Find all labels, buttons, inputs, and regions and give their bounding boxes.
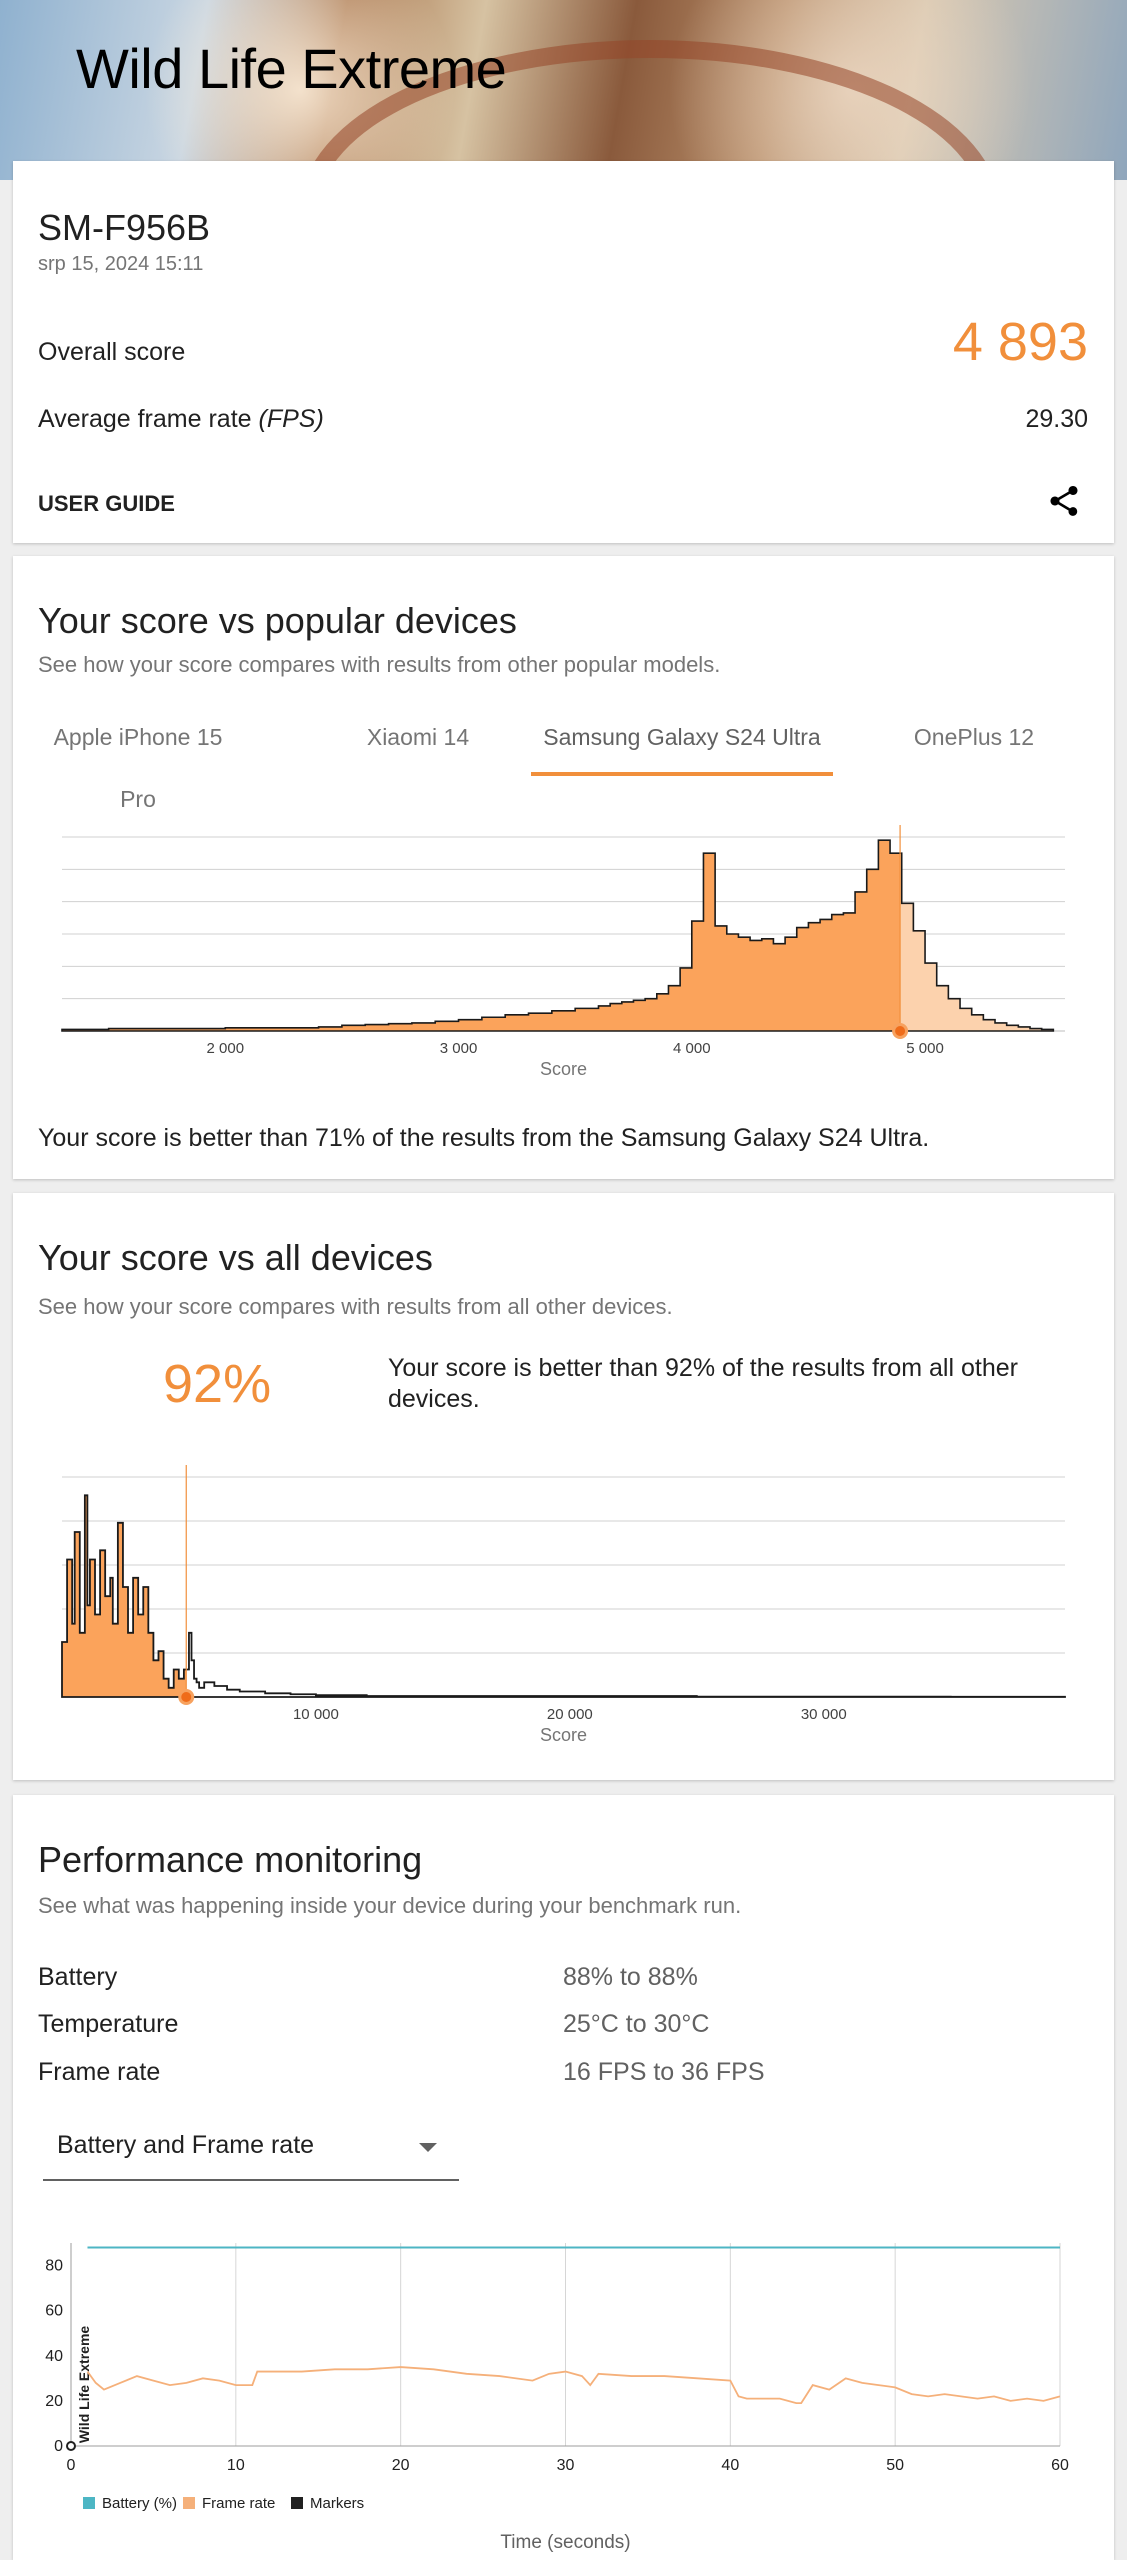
x-tick-label: 5 000 <box>906 1040 944 1057</box>
device-name: SM-F956B <box>38 207 211 248</box>
distribution-area-below <box>62 1495 187 1697</box>
origin-marker <box>66 2441 76 2451</box>
x-axis-label: Score <box>540 1725 587 1745</box>
x-tick-label: 0 <box>67 2457 76 2474</box>
performance-chart: 0 10 20 30 40 50 60 0 20 40 60 80 Wild Life Extreme B… <box>45 2243 1069 2553</box>
all-devices-result-text: Your score is better than 92% of the res… <box>388 1354 1018 1413</box>
tab-samsung-galaxy-s24-ultra[interactable]: Samsung Galaxy S24 Ultra <box>531 706 833 776</box>
perf-label: Battery <box>38 1963 118 1991</box>
y-tick-label: 0 <box>54 2438 63 2455</box>
metric-select-value: Battery and Frame rate <box>57 2131 315 2159</box>
x-tick-label: 20 <box>392 2457 410 2474</box>
active-tab-indicator <box>531 772 833 776</box>
overall-score-label: Overall score <box>38 338 186 366</box>
all-devices-card: Your score vs all devices See how your s… <box>13 1193 1114 1780</box>
popular-devices-chart: 2 000 3 000 4 000 5 000 Score <box>61 825 1065 1079</box>
overall-score-value: 4 893 <box>952 312 1088 372</box>
tab-xiaomi-14[interactable]: Xiaomi 14 <box>313 706 523 776</box>
x-tick-label: 20 000 <box>547 1706 593 1723</box>
x-tick-label: 4 000 <box>673 1040 711 1057</box>
x-tick-label: 3 000 <box>440 1040 478 1057</box>
tab-samsung-label: Samsung Galaxy S24 Ultra <box>543 724 821 750</box>
perf-row-frame-rate: Frame rate 16 FPS to 36 FPS <box>38 2058 1088 2098</box>
summary-card: SM-F956B srp 15, 2024 15:11 Overall scor… <box>13 161 1114 543</box>
all-devices-subtitle: See how your score compares with results… <box>38 1294 673 1319</box>
performance-title: Performance monitoring <box>38 1839 423 1880</box>
y-tick-label: 60 <box>45 2303 63 2320</box>
perf-row-temperature: Temperature 25°C to 30°C <box>38 2010 1088 2050</box>
all-devices-percentile: 92% <box>163 1354 272 1414</box>
perf-value: 25°C to 30°C <box>563 2010 710 2038</box>
share-icon[interactable] <box>1046 483 1082 519</box>
x-tick-label: 10 000 <box>293 1706 339 1723</box>
your-score-marker <box>895 1026 906 1036</box>
popular-devices-card: Your score vs popular devices See how yo… <box>13 556 1114 1179</box>
legend-frame-rate-swatch <box>183 2497 195 2509</box>
popular-subtitle: See how your score compares with results… <box>38 652 721 677</box>
x-tick-label: 2 000 <box>207 1040 245 1057</box>
performance-subtitle: See what was happening inside your devic… <box>38 1893 742 1918</box>
x-axis-label: Time (seconds) <box>500 2532 630 2553</box>
x-tick-label: 50 <box>886 2457 904 2474</box>
benchmark-title: Wild Life Extreme <box>76 37 507 100</box>
frame-rate-line <box>86 2366 1061 2405</box>
popular-title: Your score vs popular devices <box>38 600 517 641</box>
x-tick-label: 60 <box>1051 2457 1069 2474</box>
legend-markers-swatch <box>291 2497 303 2509</box>
tab-oneplus-12[interactable]: OnePlus 12 <box>869 706 1079 776</box>
x-tick-label: 10 <box>227 2457 245 2474</box>
triangle-down-icon <box>419 2143 437 2152</box>
y-axis-label: Wild Life Extreme <box>76 2326 92 2444</box>
hero-banner: Wild Life Extreme <box>0 0 1127 180</box>
performance-card: Performance monitoring See what was happ… <box>13 1795 1114 2560</box>
device-tabs: Apple iPhone 15 Pro Xiaomi 14 Samsung Ga… <box>13 706 1114 812</box>
x-tick-label: 30 000 <box>801 1706 847 1723</box>
your-score-marker <box>181 1692 192 1702</box>
y-tick-label: 20 <box>45 2393 63 2410</box>
y-tick-label: 80 <box>45 2258 63 2275</box>
x-tick-label: 30 <box>557 2457 575 2474</box>
fps-unit: (FPS) <box>258 405 324 433</box>
y-tick-label: 40 <box>45 2348 63 2365</box>
perf-label: Temperature <box>38 2010 179 2038</box>
tab-apple-iphone-15-pro[interactable]: Apple iPhone 15 Pro <box>33 706 243 812</box>
fps-value: 29.30 <box>1025 405 1088 433</box>
perf-value: 88% to 88% <box>563 1963 698 1991</box>
x-tick-label: 40 <box>721 2457 739 2474</box>
legend-frame-rate-label: Frame rate <box>202 2495 275 2512</box>
metric-select[interactable]: Battery and Frame rate <box>43 2111 459 2181</box>
user-guide-link[interactable]: USER GUIDE <box>38 491 175 517</box>
result-date: srp 15, 2024 15:11 <box>38 253 204 275</box>
fps-label-text: Average frame rate <box>38 405 252 433</box>
x-axis-label: Score <box>540 1059 587 1079</box>
perf-row-battery: Battery 88% to 88% <box>38 1963 1088 2003</box>
all-devices-title: Your score vs all devices <box>38 1237 433 1278</box>
popular-result-text: Your score is better than 71% of the res… <box>38 1124 930 1152</box>
perf-value: 16 FPS to 36 FPS <box>563 2058 765 2086</box>
legend-battery-swatch <box>83 2497 95 2509</box>
legend-battery-label: Battery (%) <box>102 2495 177 2512</box>
all-devices-chart: 10 000 20 000 30 000 Score <box>61 1465 1066 1745</box>
fps-label: Average frame rate (FPS) <box>38 405 324 434</box>
distribution-outline <box>61 1494 1066 1698</box>
perf-label: Frame rate <box>38 2058 161 2086</box>
legend-markers-label: Markers <box>310 2495 364 2512</box>
